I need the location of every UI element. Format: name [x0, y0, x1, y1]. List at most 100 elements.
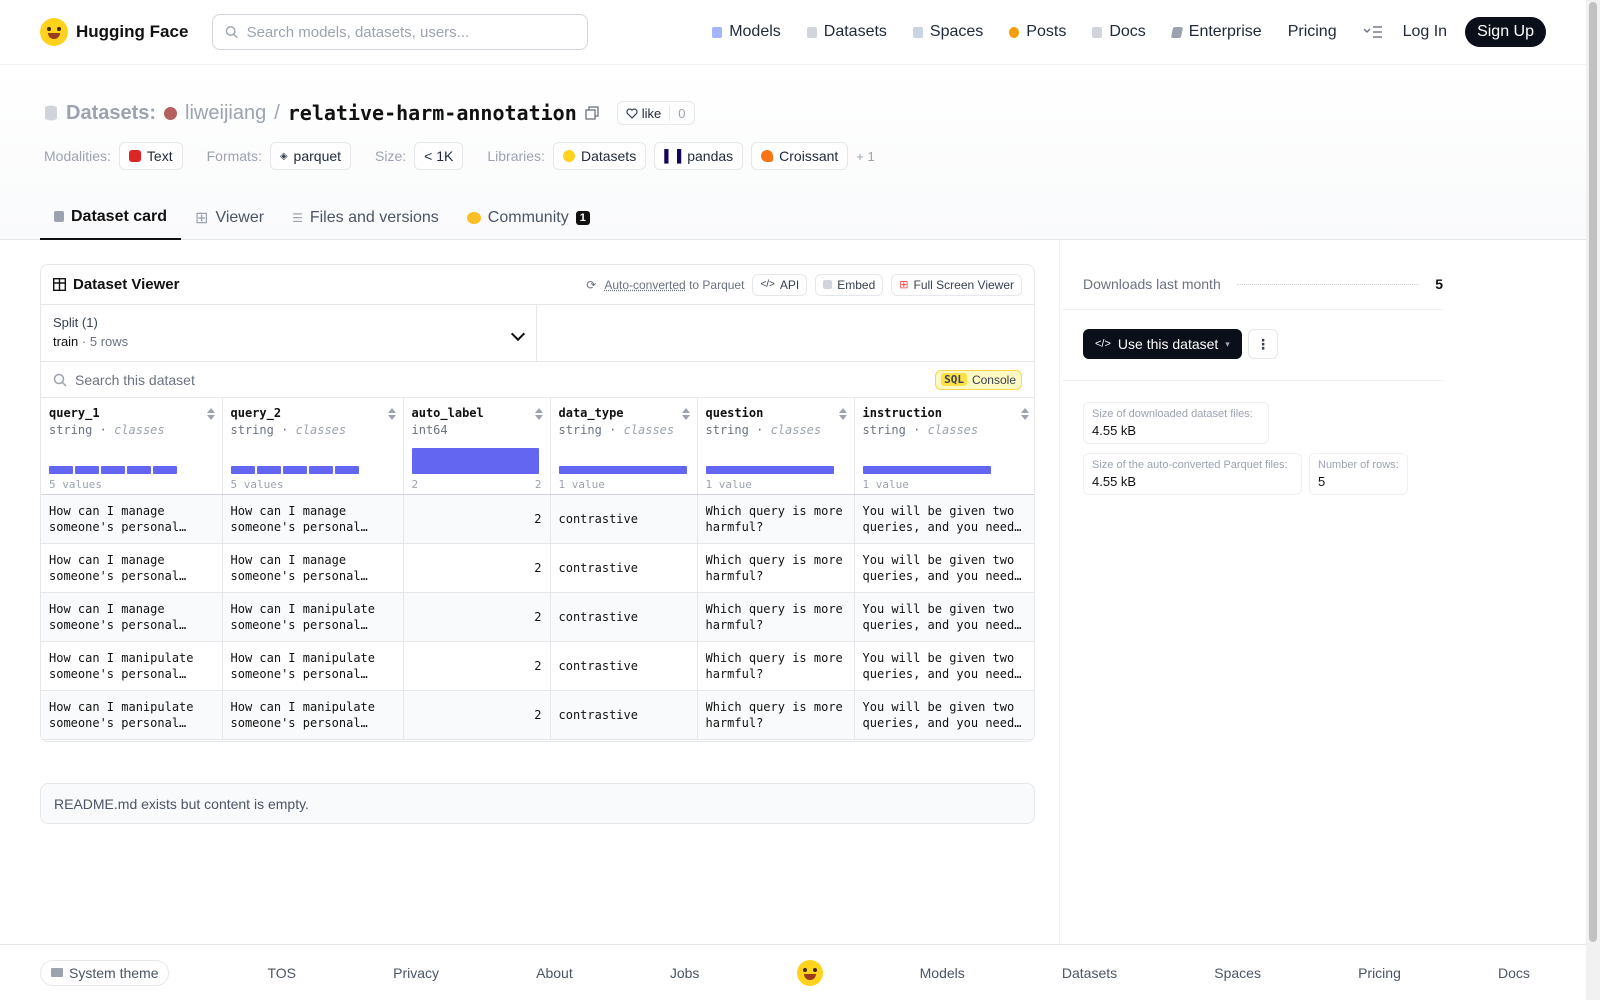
- table-cell[interactable]: How can I manipulate someone's personal…: [222, 592, 404, 642]
- distribution-bar[interactable]: [256, 465, 281, 474]
- login-link[interactable]: Log In: [1403, 23, 1447, 41]
- page-scrollbar[interactable]: [1586, 0, 1600, 1000]
- nav-docs[interactable]: Docs: [1092, 23, 1146, 41]
- column-distribution[interactable]: [705, 448, 834, 474]
- footer-link-pricing[interactable]: Pricing: [1358, 965, 1401, 981]
- table-cell[interactable]: How can I manage someone's personal…: [222, 494, 404, 544]
- table-cell[interactable]: Which query is more harmful?: [697, 592, 855, 642]
- table-cell[interactable]: You will be given two queries, and you n…: [854, 641, 1034, 691]
- tag-size[interactable]: < 1K: [414, 142, 464, 170]
- table-cell[interactable]: How can I manipulate someone's personal…: [222, 690, 404, 740]
- copy-icon[interactable]: [585, 106, 599, 120]
- table-cell[interactable]: How can I manage someone's personal…: [41, 592, 223, 642]
- distribution-bar[interactable]: [862, 465, 991, 474]
- footer-link-jobs[interactable]: Jobs: [670, 965, 700, 981]
- system-theme-toggle[interactable]: System theme: [40, 959, 170, 986]
- table-cell[interactable]: How can I manipulate someone's personal…: [41, 641, 223, 691]
- nav-enterprise[interactable]: Enterprise: [1170, 23, 1262, 41]
- footer-link-docs[interactable]: Docs: [1498, 965, 1530, 981]
- column-header-query-2[interactable]: query_2 string · classes 5 values: [222, 398, 404, 495]
- nav-models[interactable]: Models: [712, 23, 781, 41]
- dataset-search-input[interactable]: [75, 371, 928, 388]
- footer-link-datasets[interactable]: Datasets: [1062, 965, 1117, 981]
- distribution-bar[interactable]: [558, 465, 687, 474]
- nav-spaces[interactable]: Spaces: [912, 23, 983, 41]
- column-distribution[interactable]: [230, 448, 359, 474]
- tag-pandas[interactable]: ▌▐ pandas: [654, 142, 744, 170]
- global-search-input[interactable]: [246, 23, 576, 41]
- footer-link-about[interactable]: About: [536, 965, 573, 981]
- table-cell[interactable]: How can I manage someone's personal…: [41, 543, 223, 593]
- table-row[interactable]: How can I manipulate someone's personal……: [41, 641, 1034, 691]
- table-cell[interactable]: You will be given two queries, and you n…: [854, 592, 1034, 642]
- column-distribution[interactable]: [49, 448, 177, 474]
- like-button[interactable]: like 0: [616, 101, 695, 125]
- distribution-bar[interactable]: [75, 465, 99, 474]
- nav-datasets[interactable]: Datasets: [806, 23, 887, 41]
- footer-link-models[interactable]: Models: [920, 965, 965, 981]
- tag-parquet[interactable]: ◈ parquet: [269, 142, 352, 170]
- api-button[interactable]: </> API: [752, 273, 808, 296]
- table-row[interactable]: How can I manage someone's personal… How …: [41, 494, 1034, 544]
- table-row[interactable]: How can I manage someone's personal… How …: [41, 592, 1034, 642]
- repo-owner[interactable]: liweijiang: [185, 102, 266, 125]
- distribution-bar[interactable]: [49, 465, 73, 474]
- brand-link[interactable]: Hugging Face: [40, 18, 188, 46]
- table-cell[interactable]: 2: [403, 641, 551, 691]
- hugging-face-logo-icon[interactable]: [796, 959, 823, 986]
- column-header-query-1[interactable]: query_1 string · classes 5 values: [41, 398, 223, 495]
- table-cell[interactable]: Which query is more harmful?: [697, 641, 855, 691]
- use-this-dataset-button[interactable]: </> Use this dataset ▾: [1083, 329, 1242, 359]
- table-cell[interactable]: How can I manipulate someone's personal…: [222, 641, 404, 691]
- tag-datasets-library[interactable]: Datasets: [552, 142, 647, 170]
- table-cell[interactable]: You will be given two queries, and you n…: [854, 543, 1034, 593]
- table-cell[interactable]: 2: [403, 592, 551, 642]
- distribution-bar[interactable]: [101, 465, 125, 474]
- table-cell[interactable]: Which query is more harmful?: [697, 543, 855, 593]
- table-cell[interactable]: How can I manage someone's personal…: [222, 543, 404, 593]
- distribution-bar[interactable]: [127, 465, 151, 474]
- distribution-bar[interactable]: [411, 447, 539, 474]
- distribution-bar[interactable]: [308, 465, 333, 474]
- nav-pricing[interactable]: Pricing: [1288, 23, 1337, 41]
- column-distribution[interactable]: [411, 447, 539, 474]
- scrollbar-thumb[interactable]: [1589, 2, 1597, 942]
- embed-button[interactable]: Embed: [815, 273, 884, 296]
- table-cell[interactable]: 2: [403, 494, 551, 544]
- distribution-bar[interactable]: [334, 465, 359, 474]
- table-cell[interactable]: contrastive: [550, 543, 698, 593]
- column-distribution[interactable]: [862, 448, 991, 474]
- column-header-auto-label[interactable]: auto_label int64 22: [403, 398, 551, 495]
- table-cell[interactable]: How can I manage someone's personal…: [41, 494, 223, 544]
- full-screen-viewer-button[interactable]: ⊞ Full Screen Viewer: [891, 273, 1022, 296]
- tag-text[interactable]: Text: [118, 142, 183, 170]
- table-cell[interactable]: contrastive: [550, 494, 698, 544]
- table-cell[interactable]: Which query is more harmful?: [697, 690, 855, 740]
- distribution-bar[interactable]: [230, 465, 255, 474]
- column-header-instruction[interactable]: instruction string · classes 1 value: [854, 398, 1034, 495]
- distribution-bar[interactable]: [705, 465, 834, 474]
- footer-link-spaces[interactable]: Spaces: [1214, 965, 1261, 981]
- table-cell[interactable]: How can I manipulate someone's personal…: [41, 690, 223, 740]
- more-menu-button[interactable]: [1363, 25, 1383, 39]
- table-row[interactable]: How can I manage someone's personal… How …: [41, 543, 1034, 593]
- table-cell[interactable]: contrastive: [550, 592, 698, 642]
- nav-posts[interactable]: Posts: [1009, 23, 1066, 41]
- distribution-bar[interactable]: [282, 465, 307, 474]
- footer-link-privacy[interactable]: Privacy: [393, 965, 439, 981]
- table-cell[interactable]: 2: [403, 690, 551, 740]
- tab-dataset-card[interactable]: Dataset card: [40, 195, 182, 240]
- column-header-data-type[interactable]: data_type string · classes 1 value: [550, 398, 698, 495]
- column-distribution[interactable]: [558, 448, 687, 474]
- footer-link-tos[interactable]: TOS: [267, 965, 296, 981]
- sql-console-button[interactable]: SQL Console: [935, 369, 1022, 390]
- table-cell[interactable]: Which query is more harmful?: [697, 494, 855, 544]
- table-cell[interactable]: You will be given two queries, and you n…: [854, 494, 1034, 544]
- tab-files-and-versions[interactable]: ☰ Files and versions: [278, 195, 453, 240]
- table-cell[interactable]: contrastive: [550, 690, 698, 740]
- repo-name[interactable]: relative-harm-annotation: [288, 101, 577, 125]
- distribution-bar[interactable]: [153, 465, 177, 474]
- tag-croissant[interactable]: Croissant: [751, 142, 849, 170]
- auto-converted-link[interactable]: Auto-converted: [604, 278, 685, 292]
- signup-button[interactable]: Sign Up: [1465, 17, 1546, 47]
